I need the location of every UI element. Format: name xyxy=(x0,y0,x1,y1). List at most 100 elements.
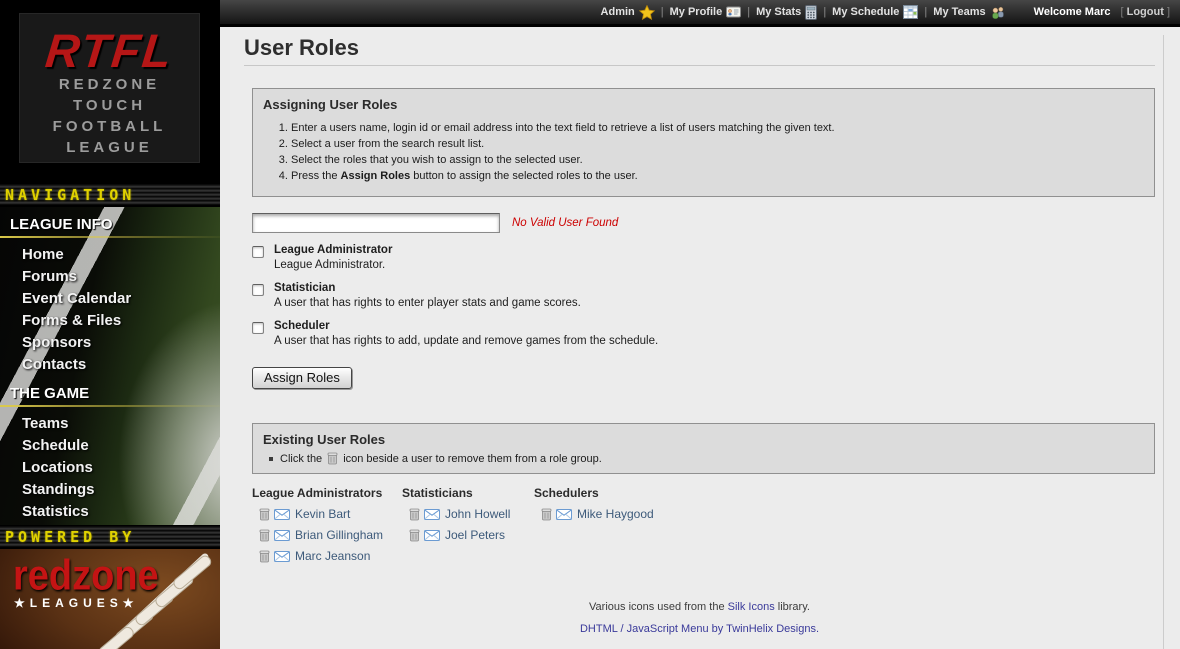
delete-bin-icon[interactable] xyxy=(259,529,270,542)
vcard-icon xyxy=(726,6,741,18)
role-name: Scheduler xyxy=(274,319,658,334)
section-divider xyxy=(0,236,220,238)
existing-box-title: Existing User Roles xyxy=(263,432,1142,447)
rtfl-logo-line: LEAGUE xyxy=(20,137,199,158)
topbar-item-my-stats[interactable]: My Stats xyxy=(756,5,817,20)
user-row: John Howell xyxy=(402,507,534,521)
user-link[interactable]: Mike Haygood xyxy=(577,507,654,521)
user-row: Mike Haygood xyxy=(534,507,734,521)
role-option-league-administrator: League Administrator League Administrato… xyxy=(252,243,1155,273)
email-icon[interactable] xyxy=(274,509,290,520)
calculator-icon xyxy=(805,5,817,20)
user-row: Joel Peters xyxy=(402,528,534,542)
sidebar-menu: LEAGUE INFO Home Forums Event Calendar F… xyxy=(0,207,220,525)
sidebar-item-teams[interactable]: Teams xyxy=(0,413,220,435)
topbar-item-my-profile[interactable]: My Profile xyxy=(670,6,742,18)
delete-bin-icon[interactable] xyxy=(259,508,270,521)
delete-bin-icon[interactable] xyxy=(259,550,270,563)
email-icon[interactable] xyxy=(424,530,440,541)
sidebar-item-statistics[interactable]: Statistics xyxy=(0,501,220,523)
user-row: Marc Jeanson xyxy=(252,549,402,563)
user-link[interactable]: Kevin Bart xyxy=(295,507,350,521)
sidebar-item-forums[interactable]: Forums xyxy=(0,266,220,288)
topbar-separator: | xyxy=(661,6,664,18)
redzone-leagues-text: ★LEAGUES★ xyxy=(14,596,220,610)
group-title: League Administrators xyxy=(252,486,402,500)
main-content: User Roles Assigning User Roles Enter a … xyxy=(220,27,1180,649)
rtfl-logo-acronym: RTFL xyxy=(18,27,202,74)
league-administrators-column: League Administrators Kevin Bart Brian G… xyxy=(252,486,402,563)
sidebar-item-sponsors[interactable]: Sponsors xyxy=(0,332,220,354)
account-topbar: Admin | My Profile | My Stats xyxy=(220,0,1180,27)
role-description: League Administrator. xyxy=(274,258,392,273)
section-title-league-info: LEAGUE INFO xyxy=(0,215,220,234)
role-checkbox-list: League Administrator League Administrato… xyxy=(244,243,1155,349)
scheduler-checkbox[interactable] xyxy=(252,322,264,334)
logout-link[interactable]: [ Logout ] xyxy=(1120,6,1170,18)
star-icon xyxy=(639,5,655,20)
topbar-separator: | xyxy=(924,6,927,18)
topbar-item-my-teams[interactable]: My Teams xyxy=(933,6,1005,19)
existing-user-roles-box: Existing User Roles Click the icon besid… xyxy=(252,423,1155,474)
statistician-checkbox[interactable] xyxy=(252,284,264,296)
bullet-marker xyxy=(269,457,273,461)
instruction-step: Enter a users name, login id or email ad… xyxy=(291,120,1142,136)
topbar-separator: | xyxy=(747,6,750,18)
sidebar-item-locations[interactable]: Locations xyxy=(0,457,220,479)
assigning-user-roles-box: Assigning User Roles Enter a users name,… xyxy=(252,88,1155,197)
email-icon[interactable] xyxy=(424,509,440,520)
app-window: RTFL REDZONE TOUCH FOOTBALL LEAGUE NAVIG… xyxy=(0,0,1180,649)
league-administrator-checkbox[interactable] xyxy=(252,246,264,258)
section-divider xyxy=(0,405,220,407)
group-title: Statisticians xyxy=(402,486,534,500)
calendar-icon xyxy=(903,5,918,19)
rtfl-logo: RTFL REDZONE TOUCH FOOTBALL LEAGUE xyxy=(19,13,200,163)
user-link[interactable]: Marc Jeanson xyxy=(295,549,370,563)
topbar-item-admin[interactable]: Admin xyxy=(601,5,655,20)
email-icon[interactable] xyxy=(274,530,290,541)
sidebar-item-home[interactable]: Home xyxy=(0,244,220,266)
sidebar-item-event-calendar[interactable]: Event Calendar xyxy=(0,288,220,310)
powered-by-banner: POWERED BY xyxy=(0,525,220,548)
rtfl-logo-line: FOOTBALL xyxy=(20,116,199,137)
group-title: Schedulers xyxy=(534,486,734,500)
user-search-input[interactable] xyxy=(252,213,500,233)
role-description: A user that has rights to enter player s… xyxy=(274,296,581,311)
silk-icons-link[interactable]: Silk Icons xyxy=(728,601,775,613)
role-name: Statistician xyxy=(274,281,581,296)
instruction-step: Select a user from the search result lis… xyxy=(291,136,1142,152)
user-link[interactable]: John Howell xyxy=(445,507,510,521)
delete-bin-icon[interactable] xyxy=(409,508,420,521)
statisticians-column: Statisticians John Howell Joel Peters xyxy=(402,486,534,563)
user-row: Kevin Bart xyxy=(252,507,402,521)
topbar-separator: | xyxy=(823,6,826,18)
topbar-item-my-schedule[interactable]: My Schedule xyxy=(832,5,918,19)
twinhelix-credit-link[interactable]: DHTML / JavaScript Menu by TwinHelix Des… xyxy=(244,623,1155,635)
footer-line-icons: Various icons used from the Silk Icons l… xyxy=(244,601,1155,613)
delete-bin-icon[interactable] xyxy=(409,529,420,542)
user-link[interactable]: Brian Gillingham xyxy=(295,528,383,542)
navigation-banner: NAVIGATION xyxy=(0,183,220,206)
email-icon[interactable] xyxy=(556,509,572,520)
sidebar-item-contacts[interactable]: Contacts xyxy=(0,354,220,376)
sidebar-item-standings[interactable]: Standings xyxy=(0,479,220,501)
role-option-scheduler: Scheduler A user that has rights to add,… xyxy=(252,319,1155,349)
instruction-step: Press the Assign Roles button to assign … xyxy=(291,168,1142,184)
instruction-step: Select the roles that you wish to assign… xyxy=(291,152,1142,168)
sidebar-item-schedule[interactable]: Schedule xyxy=(0,435,220,457)
delete-bin-icon[interactable] xyxy=(541,508,552,521)
sidebar-item-forms-files[interactable]: Forms & Files xyxy=(0,310,220,332)
assign-roles-button[interactable]: Assign Roles xyxy=(252,367,352,389)
user-row: Brian Gillingham xyxy=(252,528,402,542)
user-link[interactable]: Joel Peters xyxy=(445,528,505,542)
role-groups: League Administrators Kevin Bart Brian G… xyxy=(252,486,1155,563)
assigning-instructions: Enter a users name, login id or email ad… xyxy=(263,120,1142,184)
page-title: User Roles xyxy=(244,35,1155,61)
footer-credits: Various icons used from the Silk Icons l… xyxy=(244,601,1155,635)
rtfl-logo-line: TOUCH xyxy=(20,95,199,116)
email-icon[interactable] xyxy=(274,551,290,562)
redzone-leagues-logo: redzone ★LEAGUES★ xyxy=(0,549,220,649)
assigning-box-title: Assigning User Roles xyxy=(263,97,1142,112)
welcome-user-label: Welcome Marc xyxy=(1034,6,1111,18)
role-name: League Administrator xyxy=(274,243,392,258)
